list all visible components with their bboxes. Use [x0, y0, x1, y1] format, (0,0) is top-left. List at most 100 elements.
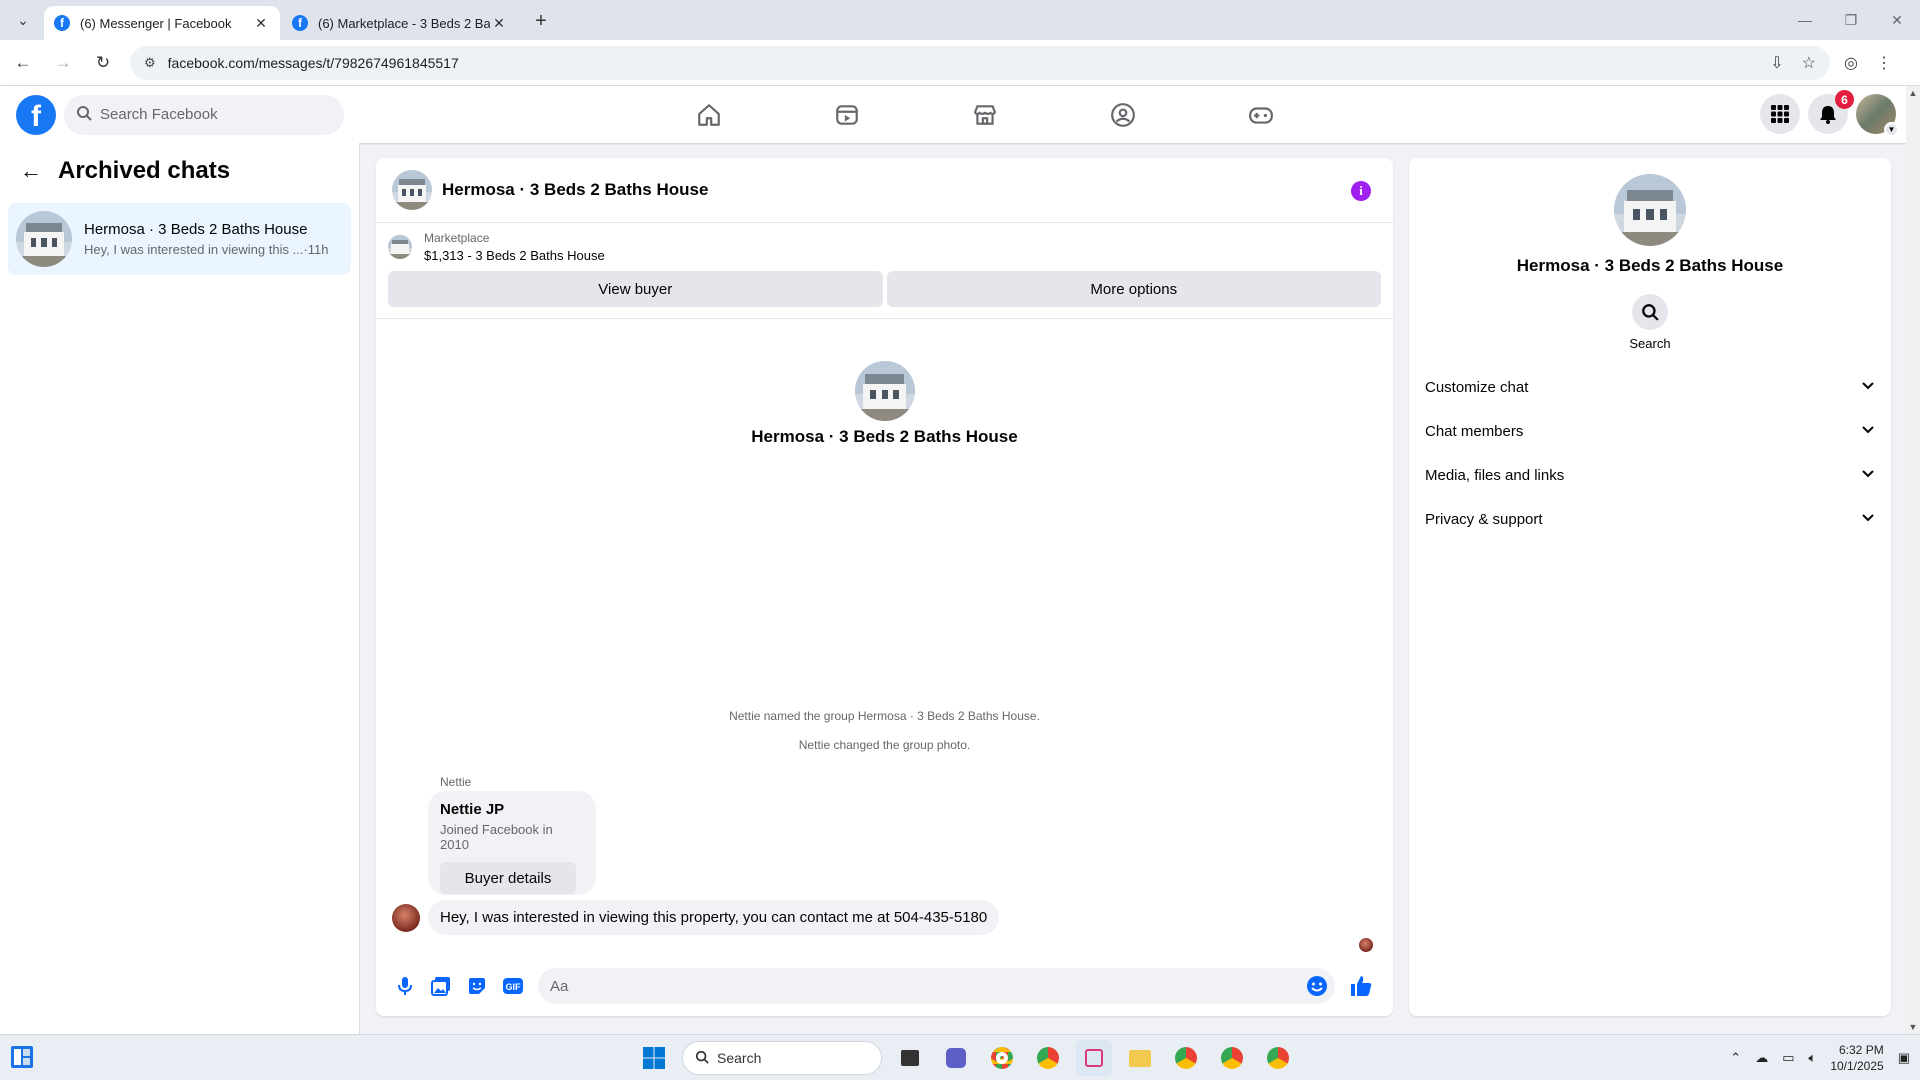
svg-text:GIF: GIF: [506, 982, 522, 992]
reload-icon[interactable]: ↻: [86, 46, 120, 80]
more-options-button[interactable]: More options: [886, 271, 1381, 307]
marketplace-banner: Marketplace $1,313 - 3 Beds 2 Baths Hous…: [376, 223, 1393, 319]
grid-icon: [1771, 105, 1789, 123]
chevron-down-icon: [1861, 510, 1875, 528]
search-in-conversation-button[interactable]: Search: [1620, 294, 1680, 351]
chrome-icon[interactable]: [1030, 1040, 1066, 1076]
section-label: Media, files and links: [1425, 466, 1565, 484]
section-label: Customize chat: [1425, 378, 1529, 396]
conversation-title[interactable]: Hermosa · 3 Beds 2 Baths House: [442, 180, 708, 200]
message-input[interactable]: Aa: [538, 968, 1335, 1004]
section-chat-members[interactable]: Chat members: [1409, 409, 1891, 453]
account-avatar[interactable]: ▼: [1856, 94, 1899, 137]
chrome-icon[interactable]: [1260, 1040, 1296, 1076]
tab-list-button[interactable]: ⌄: [6, 4, 40, 36]
windows-taskbar: Search ⌃ ☁ ▭ 🔈︎ 6:32 PM 10/1/2025 ▣: [0, 1034, 1920, 1080]
scroll-up-icon[interactable]: ▲: [1906, 86, 1920, 100]
back-icon[interactable]: ←: [6, 46, 40, 80]
message-bubble[interactable]: Hey, I was interested in viewing this pr…: [428, 900, 1000, 935]
listing-title[interactable]: $1,313 - 3 Beds 2 Baths House: [424, 248, 605, 263]
gaming-icon[interactable]: [1192, 86, 1330, 143]
tab-title: (6) Marketplace - 3 Beds 2 Bath: [318, 15, 490, 31]
facebook-search-input[interactable]: Search Facebook: [64, 94, 344, 135]
house-avatar[interactable]: [392, 170, 432, 210]
task-view-icon[interactable]: [892, 1040, 928, 1076]
install-app-icon[interactable]: ⇩: [1770, 53, 1783, 73]
notification-center-icon[interactable]: ▣: [1898, 1050, 1910, 1066]
emoji-icon[interactable]: [1305, 974, 1329, 1002]
tab-marketplace[interactable]: f (6) Marketplace - 3 Beds 2 Bath ✕: [282, 6, 518, 40]
teams-icon[interactable]: [938, 1040, 974, 1076]
network-icon[interactable]: ▭: [1782, 1050, 1794, 1066]
file-explorer-icon[interactable]: [1122, 1040, 1158, 1076]
info-icon[interactable]: i: [1351, 181, 1371, 201]
bookmark-star-icon[interactable]: ☆: [1802, 53, 1816, 73]
chrome-icon[interactable]: [984, 1040, 1020, 1076]
sticker-icon[interactable]: [460, 969, 494, 1003]
taskbar-search-label: Search: [717, 1050, 762, 1066]
buyer-name: Nettie JP: [440, 801, 505, 818]
house-avatar: [16, 211, 72, 267]
intro-name: Hermosa · 3 Beds 2 Baths House: [751, 427, 1018, 446]
tab-messenger[interactable]: f (6) Messenger | Facebook ✕: [44, 6, 280, 40]
close-tab-icon[interactable]: ✕: [490, 14, 508, 32]
close-tab-icon[interactable]: ✕: [252, 14, 270, 32]
close-window-icon[interactable]: ✕: [1874, 0, 1920, 40]
group-photo[interactable]: [1614, 174, 1686, 246]
view-buyer-button[interactable]: View buyer: [388, 271, 883, 307]
marketplace-label: Marketplace: [424, 231, 490, 245]
facebook-favicon-icon: f: [292, 15, 308, 31]
scroll-down-icon[interactable]: ▼: [1906, 1020, 1920, 1034]
home-icon[interactable]: [640, 86, 778, 143]
listing-thumbnail: [388, 235, 412, 259]
groups-icon[interactable]: [1054, 86, 1192, 143]
forward-icon[interactable]: →: [46, 46, 80, 80]
facebook-logo-icon[interactable]: f: [16, 94, 56, 135]
clock[interactable]: 6:32 PM 10/1/2025: [1830, 1042, 1883, 1074]
chevron-up-icon[interactable]: ⌃: [1730, 1050, 1741, 1066]
marketplace-icon[interactable]: [916, 86, 1054, 143]
gif-icon[interactable]: GIF: [496, 969, 530, 1003]
video-icon[interactable]: [778, 86, 916, 143]
chrome-icon[interactable]: [1168, 1040, 1204, 1076]
minimize-icon[interactable]: —: [1782, 0, 1828, 40]
address-bar[interactable]: ⚙ facebook.com/messages/t/79826749618455…: [130, 45, 1830, 80]
system-message: Nettie named the group Hermosa · 3 Beds …: [729, 709, 1040, 723]
profile-icon[interactable]: ◎: [1844, 53, 1858, 73]
main-nav: [640, 86, 1330, 143]
snipping-tool-icon[interactable]: [1076, 1040, 1112, 1076]
section-privacy-support[interactable]: Privacy & support: [1409, 497, 1891, 541]
sender-avatar[interactable]: [392, 903, 420, 932]
widgets-icon[interactable]: [10, 1045, 34, 1074]
thumbs-up-icon[interactable]: [1341, 968, 1381, 1004]
new-tab-button[interactable]: +: [526, 6, 556, 36]
house-avatar: [854, 361, 915, 421]
system-tray: ⌃ ☁ ▭ 🔈︎ 6:32 PM 10/1/2025 ▣: [1730, 1035, 1910, 1080]
chrome-icon[interactable]: [1214, 1040, 1250, 1076]
search-icon: [695, 1050, 709, 1067]
menu-icon[interactable]: ⋮: [1876, 53, 1892, 73]
buyer-details-button[interactable]: Buyer details: [440, 862, 576, 894]
back-arrow-icon[interactable]: ←: [20, 158, 42, 184]
menu-grid-button[interactable]: [1760, 94, 1800, 134]
photo-icon[interactable]: [424, 969, 458, 1003]
chevron-down-icon: ▼: [1884, 122, 1899, 137]
notifications-button[interactable]: 6: [1808, 90, 1854, 134]
volume-icon[interactable]: 🔈︎: [1809, 1050, 1817, 1066]
site-info-icon[interactable]: ⚙: [144, 55, 156, 71]
restore-icon[interactable]: ❐: [1828, 0, 1874, 40]
microphone-icon[interactable]: [388, 969, 422, 1003]
page-scrollbar[interactable]: ▲ ▼: [1906, 86, 1920, 1034]
chat-preview: Hey, I was interested in viewing this ..…: [84, 242, 304, 257]
chat-list-item[interactable]: Hermosa · 3 Beds 2 Baths House Hey, I wa…: [8, 203, 351, 275]
windows-start-icon[interactable]: [636, 1040, 672, 1076]
address-toolbar: ← → ↻ ⚙ facebook.com/messages/t/79826749…: [0, 40, 1920, 86]
notifications-badge: 6: [1835, 90, 1854, 109]
section-label: Privacy & support: [1425, 510, 1543, 528]
onedrive-icon[interactable]: ☁: [1755, 1050, 1768, 1066]
section-media-files-links[interactable]: Media, files and links: [1409, 453, 1891, 497]
group-name: Hermosa · 3 Beds 2 Baths House: [1516, 256, 1784, 275]
taskbar-search[interactable]: Search: [682, 1041, 882, 1075]
section-customize-chat[interactable]: Customize chat: [1409, 365, 1891, 409]
panel-title: Archived chats: [58, 157, 231, 184]
